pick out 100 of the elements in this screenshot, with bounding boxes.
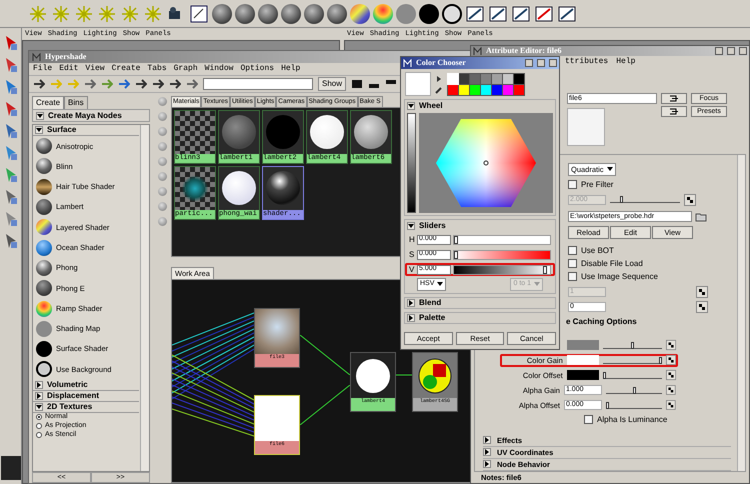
map-button-icon[interactable]	[696, 300, 708, 313]
toolbar-icon[interactable]	[186, 78, 198, 90]
toolbar-icon[interactable]	[169, 78, 181, 90]
shader-swatch[interactable]	[36, 138, 52, 154]
slider-thumb[interactable]	[543, 266, 548, 274]
shader-swatch[interactable]	[36, 178, 52, 195]
shader-swatch[interactable]	[36, 240, 52, 256]
section-header[interactable]: Palette	[419, 312, 446, 324]
slider-track[interactable]	[606, 386, 662, 394]
toolbar-icon[interactable]	[33, 78, 45, 90]
slider-thumb[interactable]	[454, 236, 458, 244]
menu-item[interactable]: Help	[616, 56, 636, 68]
menu-item[interactable]: Tabs	[147, 63, 167, 75]
checkbox[interactable]	[568, 259, 577, 268]
eyedropper-icon[interactable]	[434, 84, 444, 94]
panel-tab[interactable]: Create	[32, 96, 64, 109]
toolbar-icon[interactable]	[135, 78, 147, 90]
palette-swatch[interactable]	[503, 84, 513, 94]
expand-icon[interactable]	[407, 298, 415, 306]
shader-swatch[interactable]	[36, 280, 52, 296]
collapse-icon[interactable]	[407, 102, 415, 110]
map-button-icon[interactable]	[666, 399, 676, 412]
menu-item[interactable]: ttributes	[565, 56, 608, 68]
menu-item[interactable]: Window	[204, 63, 234, 75]
slider-track[interactable]	[453, 264, 551, 274]
shelf-tool-icon[interactable]	[534, 4, 554, 24]
shelf-tool-icon[interactable]	[557, 4, 577, 24]
expand-icon[interactable]	[407, 314, 415, 322]
expand-icon[interactable]	[483, 460, 491, 468]
slider-thumb[interactable]	[658, 356, 662, 364]
slider-track[interactable]	[453, 234, 551, 244]
menu-item[interactable]: Help	[281, 63, 300, 75]
expand-icon[interactable]	[483, 448, 491, 456]
collapse-icon[interactable]	[35, 126, 43, 134]
color-swatch[interactable]	[566, 370, 599, 380]
shader-swatch[interactable]	[36, 158, 52, 174]
collapse-icon[interactable]	[35, 402, 43, 411]
color-swatch[interactable]	[566, 340, 599, 350]
palette-swatch[interactable]	[492, 84, 502, 94]
menu-item[interactable]: Graph	[174, 63, 198, 75]
collapse-icon[interactable]	[36, 112, 44, 120]
slider-thumb[interactable]	[606, 402, 609, 409]
shader-swatch[interactable]	[36, 341, 52, 358]
map-button-icon[interactable]	[666, 369, 676, 382]
shelf-tool-icon[interactable]	[465, 4, 485, 24]
radio-button[interactable]	[36, 432, 42, 438]
palette-swatch[interactable]	[481, 84, 491, 94]
color-wheel[interactable]	[419, 113, 553, 213]
slider-thumb[interactable]	[454, 250, 458, 258]
map-button-icon[interactable]	[666, 339, 676, 352]
checkbox[interactable]	[584, 415, 593, 424]
show-button[interactable]: Show	[318, 77, 346, 91]
slider-track[interactable]	[606, 402, 662, 409]
palette-swatch[interactable]	[448, 84, 458, 94]
navigate-icon[interactable]	[661, 106, 687, 116]
slider-track[interactable]	[602, 356, 662, 364]
navigate-icon[interactable]	[661, 92, 687, 104]
palette-swatch[interactable]	[514, 84, 524, 94]
color-swatch[interactable]	[566, 355, 599, 366]
expand-icon[interactable]	[35, 392, 43, 400]
shader-swatch[interactable]	[36, 320, 52, 337]
layout-icon[interactable]	[351, 79, 364, 89]
menu-item[interactable]: Create	[112, 63, 140, 75]
section-header[interactable]: Wheel	[419, 100, 443, 112]
slider-thumb[interactable]	[632, 386, 636, 394]
shelf-tool-icon[interactable]	[488, 4, 508, 24]
checkbox[interactable]	[568, 180, 577, 190]
palette-swatch[interactable]	[492, 74, 502, 84]
toolbar-icon[interactable]	[152, 78, 164, 90]
value-bar[interactable]	[407, 113, 416, 213]
shader-swatch[interactable]	[36, 300, 52, 317]
slider-track[interactable]	[610, 196, 680, 204]
editor-icon[interactable]	[189, 4, 209, 24]
menu-item[interactable]: Options	[240, 63, 274, 75]
section-header[interactable]: e Caching Options	[566, 316, 731, 328]
section-header[interactable]: 2D Textures	[47, 400, 92, 413]
shader-swatch[interactable]	[36, 260, 52, 276]
toolbar-icon[interactable]	[84, 78, 96, 90]
shader-swatch[interactable]	[36, 219, 52, 236]
checkbox[interactable]	[568, 246, 577, 256]
palette-swatch[interactable]	[470, 74, 480, 84]
section-header[interactable]: Displacement	[47, 390, 100, 402]
search-field[interactable]	[203, 78, 313, 90]
slider-track[interactable]	[453, 250, 551, 260]
palette-swatch[interactable]	[470, 84, 480, 94]
map-button-icon[interactable]	[684, 194, 696, 206]
slider-thumb[interactable]	[630, 342, 634, 349]
radio-button[interactable]	[36, 414, 42, 420]
section-header[interactable]: Surface	[47, 125, 76, 136]
palette-swatch[interactable]	[448, 74, 458, 84]
palette-swatch[interactable]	[459, 74, 469, 84]
slider-thumb[interactable]	[602, 372, 606, 379]
scrollbar[interactable]	[737, 154, 745, 471]
slider-track[interactable]	[602, 342, 662, 349]
menu-item[interactable]: View	[85, 63, 105, 75]
palette-swatch[interactable]	[503, 74, 513, 84]
toolbar-icon[interactable]	[118, 78, 130, 90]
menu-item[interactable]: File	[33, 63, 52, 75]
slider-track[interactable]	[602, 372, 662, 379]
section-header[interactable]: Volumetric	[47, 378, 88, 391]
